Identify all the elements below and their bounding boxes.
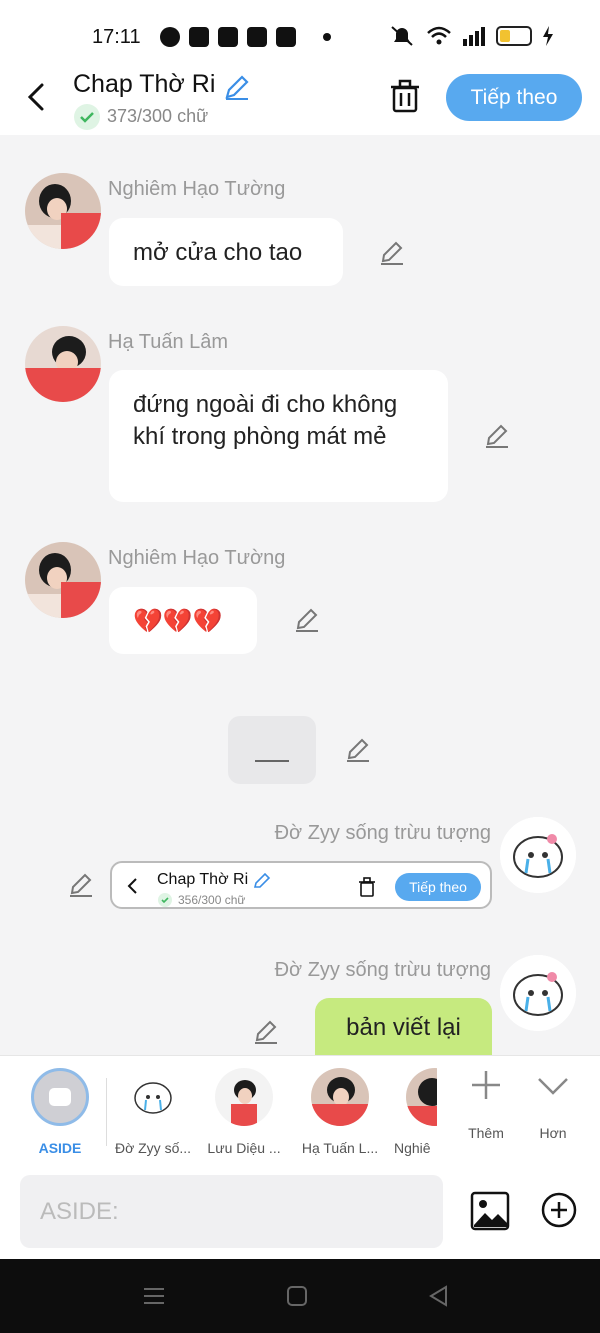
avatar[interactable] — [500, 955, 576, 1031]
card-title: Chap Thờ Ri — [157, 871, 249, 888]
character-name: Đờ Zyy số... — [114, 1140, 192, 1156]
battery-icon — [496, 26, 532, 46]
character-item[interactable]: Lưu Diệu ... — [199, 1068, 289, 1156]
sender-name: Hạ Tuấn Lâm — [108, 331, 229, 353]
avatar[interactable] — [25, 542, 101, 618]
chapter-title: Chap Thờ Ri — [73, 70, 216, 98]
collapse-label: Hơn — [539, 1125, 567, 1141]
next-button[interactable]: Tiếp theo — [446, 74, 582, 121]
message-bubble[interactable]: đứng ngoài đi cho không khí trong phòng … — [109, 370, 448, 502]
character-name: Hạ Tuấn L... — [301, 1140, 379, 1156]
embedded-screenshot-card[interactable]: Chap Thờ Ri 356/300 chữ Tiếp theo — [110, 861, 492, 909]
back-arrow-icon[interactable] — [22, 80, 52, 114]
word-count: 373/300 chữ — [107, 106, 209, 126]
avatar — [124, 1068, 182, 1126]
edit-pencil-icon[interactable] — [252, 1018, 280, 1046]
divider-line — [255, 760, 289, 762]
youtube-icon — [218, 27, 238, 47]
check-icon — [158, 893, 172, 907]
messenger-icon — [160, 27, 180, 47]
notification-icons — [160, 27, 331, 47]
app-a-icon — [276, 27, 296, 47]
add-circle-icon[interactable] — [540, 1191, 578, 1229]
collapse-button[interactable]: Hơn — [508, 1068, 598, 1141]
message-bubble[interactable]: mở cửa cho tao — [109, 218, 343, 286]
separator — [106, 1078, 107, 1146]
avatar[interactable] — [25, 173, 101, 249]
sender-name: Nghiêm Hạo Tường — [108, 178, 286, 200]
more-notifications-icon — [323, 33, 331, 41]
input-bar — [0, 1165, 600, 1259]
signal-icon — [463, 27, 485, 46]
back-arrow-icon — [127, 878, 137, 894]
wifi-icon — [427, 26, 451, 45]
divider-message[interactable] — [228, 716, 316, 784]
status-bar: 17:11 — [0, 0, 600, 68]
system-icons — [388, 25, 554, 47]
status-time: 17:11 — [92, 26, 141, 48]
back-triangle-icon[interactable] — [428, 1285, 450, 1307]
message-bubble[interactable]: bản viết lại — [315, 998, 492, 1058]
check-icon — [74, 104, 100, 130]
avatar — [215, 1068, 273, 1126]
avatar[interactable] — [25, 326, 101, 402]
trash-icon — [359, 877, 375, 897]
character-name: Nghiê — [394, 1140, 431, 1156]
character-aside[interactable]: ASIDE — [15, 1068, 105, 1156]
message-bubble[interactable]: 💔💔💔 — [109, 587, 257, 654]
edit-title-pencil-icon[interactable] — [222, 72, 252, 102]
mute-icon — [391, 26, 413, 46]
character-item[interactable]: Nghiê — [389, 1068, 437, 1156]
avatar[interactable] — [500, 817, 576, 893]
editor-header: Chap Thờ Ri 373/300 chữ Tiếp theo — [0, 68, 600, 135]
character-selector: ASIDE Đờ Zyy số... Lưu Diệu ... Hạ Tuấn … — [0, 1055, 600, 1165]
home-icon[interactable] — [286, 1285, 308, 1307]
edit-pencil-icon[interactable] — [67, 871, 95, 899]
sender-name: Đờ Zyy sống trừu tượng — [274, 822, 491, 844]
card-word-count: 356/300 chữ — [178, 893, 246, 907]
character-name: Lưu Diệu ... — [207, 1140, 281, 1156]
edit-title-pencil-icon — [253, 872, 271, 888]
card-next-button: Tiếp theo — [395, 873, 481, 901]
character-item[interactable]: Đờ Zyy số... — [108, 1068, 198, 1156]
message-input[interactable] — [20, 1175, 443, 1248]
sender-name: Nghiêm Hạo Tường — [108, 547, 286, 569]
character-item[interactable]: Hạ Tuấn L... — [295, 1068, 385, 1156]
trash-icon[interactable] — [388, 78, 422, 114]
facebook-icon — [189, 27, 209, 47]
edit-pencil-icon[interactable] — [378, 239, 406, 267]
system-nav-bar — [0, 1259, 600, 1333]
capcut-icon — [247, 27, 267, 47]
edit-pencil-icon[interactable] — [483, 422, 511, 450]
aside-icon — [31, 1068, 89, 1126]
plus-icon — [472, 1071, 500, 1099]
menu-icon[interactable] — [143, 1285, 165, 1307]
avatar — [406, 1068, 437, 1126]
sender-name: Đờ Zyy sống trừu tượng — [274, 959, 491, 981]
charging-icon — [543, 26, 553, 46]
image-icon[interactable] — [470, 1191, 510, 1231]
character-name: ASIDE — [38, 1140, 82, 1156]
avatar — [311, 1068, 369, 1126]
edit-pencil-icon[interactable] — [344, 736, 372, 764]
edit-pencil-icon[interactable] — [293, 606, 321, 634]
chevron-down-icon — [538, 1078, 568, 1095]
